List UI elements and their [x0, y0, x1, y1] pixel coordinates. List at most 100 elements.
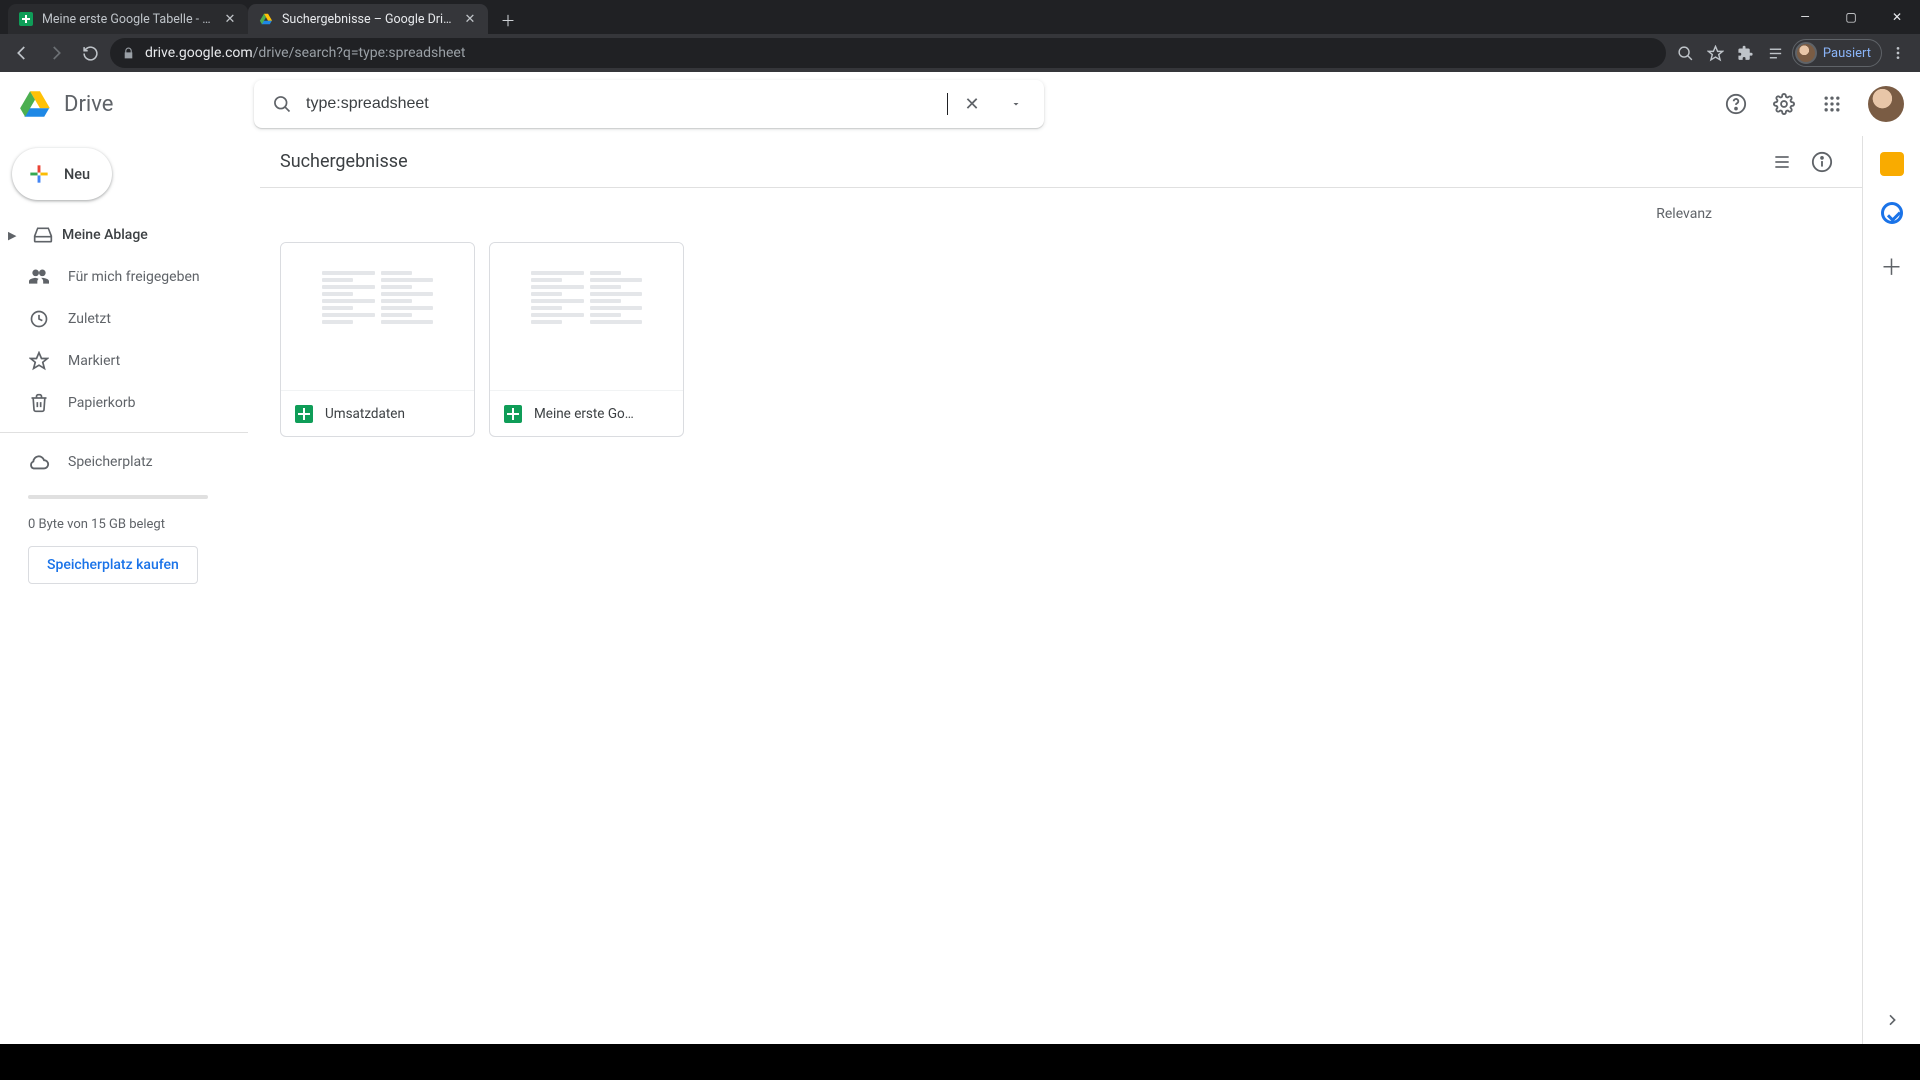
apps-grid-button[interactable] — [1812, 84, 1852, 124]
forward-button[interactable] — [42, 39, 70, 67]
support-button[interactable] — [1716, 84, 1756, 124]
sidebar-item-my-drive[interactable]: ▶ Meine Ablage — [0, 214, 248, 256]
kebab-menu-icon[interactable] — [1884, 39, 1912, 67]
reading-list-icon[interactable] — [1762, 39, 1790, 67]
sheets-icon — [295, 405, 313, 423]
file-thumbnail — [490, 243, 683, 390]
address-bar[interactable]: drive.google.com/drive/search?q=type:spr… — [110, 38, 1666, 68]
drive-brand[interactable]: Drive — [16, 87, 246, 121]
new-button-label: Neu — [64, 166, 90, 183]
chevron-right-icon: ▶ — [8, 229, 24, 242]
file-card[interactable]: Umsatzdaten — [280, 242, 475, 437]
taskbar — [0, 1044, 1920, 1080]
main: Suchergebnisse Relevanz — [260, 136, 1862, 1044]
maximize-button[interactable]: ▢ — [1828, 0, 1874, 34]
browser-tab-0[interactable]: Meine erste Google Tabelle - Go ✕ — [8, 4, 248, 34]
settings-button[interactable] — [1764, 84, 1804, 124]
sidebar-item-label: Speicherplatz — [68, 454, 153, 470]
side-panel: ＋ — [1862, 136, 1920, 1044]
reload-button[interactable] — [76, 39, 104, 67]
file-name: Meine erste Go… — [534, 406, 634, 422]
drive-favicon — [258, 11, 274, 27]
plus-icon — [26, 161, 52, 187]
sidebar-item-label: Markiert — [68, 353, 120, 369]
my-drive-icon — [32, 224, 54, 246]
cloud-icon — [28, 451, 50, 473]
close-button[interactable]: ✕ — [1874, 0, 1920, 34]
sidebar-item-label: Für mich freigegeben — [68, 269, 200, 285]
bookmark-icon[interactable] — [1702, 39, 1730, 67]
sort-label[interactable]: Relevanz — [1656, 206, 1712, 222]
keep-icon[interactable] — [1880, 152, 1904, 176]
sort-row: Relevanz — [280, 200, 1842, 236]
sidebar-item-recent[interactable]: Zuletzt — [0, 298, 248, 340]
body: Neu ▶ Meine Ablage Für mich freigegeben — [0, 136, 1920, 1044]
sidebar-item-storage[interactable]: Speicherplatz — [0, 441, 248, 483]
list-view-button[interactable] — [1762, 142, 1802, 182]
tab-title: Meine erste Google Tabelle - Go — [42, 12, 214, 27]
collapse-panel-button[interactable] — [1872, 1000, 1912, 1040]
sidebar-item-starred[interactable]: Markiert — [0, 340, 248, 382]
browser-tabs: Meine erste Google Tabelle - Go ✕ Sucher… — [0, 0, 1782, 34]
clear-search-button[interactable]: ✕ — [952, 84, 992, 124]
sidebar-item-label: Papierkorb — [68, 395, 136, 411]
search-options-button[interactable] — [996, 84, 1036, 124]
details-button[interactable] — [1802, 142, 1842, 182]
search-icon[interactable] — [262, 84, 302, 124]
buy-storage-button[interactable]: Speicherplatz kaufen — [28, 546, 198, 584]
shared-icon — [28, 266, 50, 288]
new-tab-button[interactable]: ＋ — [494, 6, 522, 34]
file-thumbnail — [281, 243, 474, 390]
page-title: Suchergebnisse — [280, 151, 408, 172]
search-input[interactable] — [306, 95, 907, 113]
results-grid: Umsatzdaten Meine erste Go… — [280, 236, 1842, 437]
main-toolbar: Suchergebnisse — [260, 136, 1862, 188]
close-icon[interactable]: ✕ — [222, 11, 238, 27]
window-controls: — ▢ ✕ — [1782, 0, 1920, 34]
file-name: Umsatzdaten — [325, 406, 405, 422]
url-host: drive.google.com — [145, 45, 253, 61]
new-button[interactable]: Neu — [12, 148, 112, 200]
sidebar: Neu ▶ Meine Ablage Für mich freigegeben — [0, 136, 260, 1044]
trash-icon — [28, 392, 50, 414]
zoom-icon[interactable] — [1672, 39, 1700, 67]
sidebar-item-label: Meine Ablage — [62, 227, 148, 243]
profile-chip[interactable]: Pausiert — [1792, 39, 1882, 67]
lock-icon — [122, 47, 135, 60]
divider — [0, 432, 248, 433]
tab-title: Suchergebnisse – Google Drive — [282, 12, 454, 27]
browser-navbar: drive.google.com/drive/search?q=type:spr… — [0, 34, 1920, 72]
browser-titlebar: Meine erste Google Tabelle - Go ✕ Sucher… — [0, 0, 1920, 34]
sheets-favicon — [18, 11, 34, 27]
add-addon-button[interactable]: ＋ — [1880, 250, 1902, 282]
profile-label: Pausiert — [1823, 46, 1871, 61]
search-box[interactable]: ✕ — [254, 80, 1044, 128]
extensions-icon[interactable] — [1732, 39, 1760, 67]
browser-chrome: Meine erste Google Tabelle - Go ✕ Sucher… — [0, 0, 1920, 72]
avatar-icon — [1795, 42, 1817, 64]
drive-logo-icon — [16, 87, 54, 121]
storage-usage-text: 0 Byte von 15 GB belegt — [28, 517, 238, 532]
sheets-icon — [504, 405, 522, 423]
close-icon[interactable]: ✕ — [462, 11, 478, 27]
buy-storage-label: Speicherplatz kaufen — [47, 557, 179, 573]
storage-bar — [28, 495, 208, 499]
minimize-button[interactable]: — — [1782, 0, 1828, 34]
url-path: /drive/search?q=type:spreadsheet — [253, 45, 466, 61]
content-area: Relevanz Umsatzdaten — [260, 188, 1862, 1044]
back-button[interactable] — [8, 39, 36, 67]
drive-header: Drive ✕ — [0, 72, 1920, 136]
sidebar-item-label: Zuletzt — [68, 311, 111, 327]
file-card[interactable]: Meine erste Go… — [489, 242, 684, 437]
clock-icon — [28, 308, 50, 330]
tasks-icon[interactable] — [1881, 202, 1903, 224]
navbar-right: Pausiert — [1672, 39, 1912, 67]
text-cursor — [947, 93, 948, 115]
storage-block: 0 Byte von 15 GB belegt Speicherplatz ka… — [0, 483, 260, 584]
browser-tab-1[interactable]: Suchergebnisse – Google Drive ✕ — [248, 4, 488, 34]
account-avatar[interactable] — [1868, 86, 1904, 122]
sidebar-item-trash[interactable]: Papierkorb — [0, 382, 248, 424]
sidebar-item-shared[interactable]: Für mich freigegeben — [0, 256, 248, 298]
star-icon — [28, 350, 50, 372]
drive-page: Drive ✕ Neu — [0, 72, 1920, 1044]
